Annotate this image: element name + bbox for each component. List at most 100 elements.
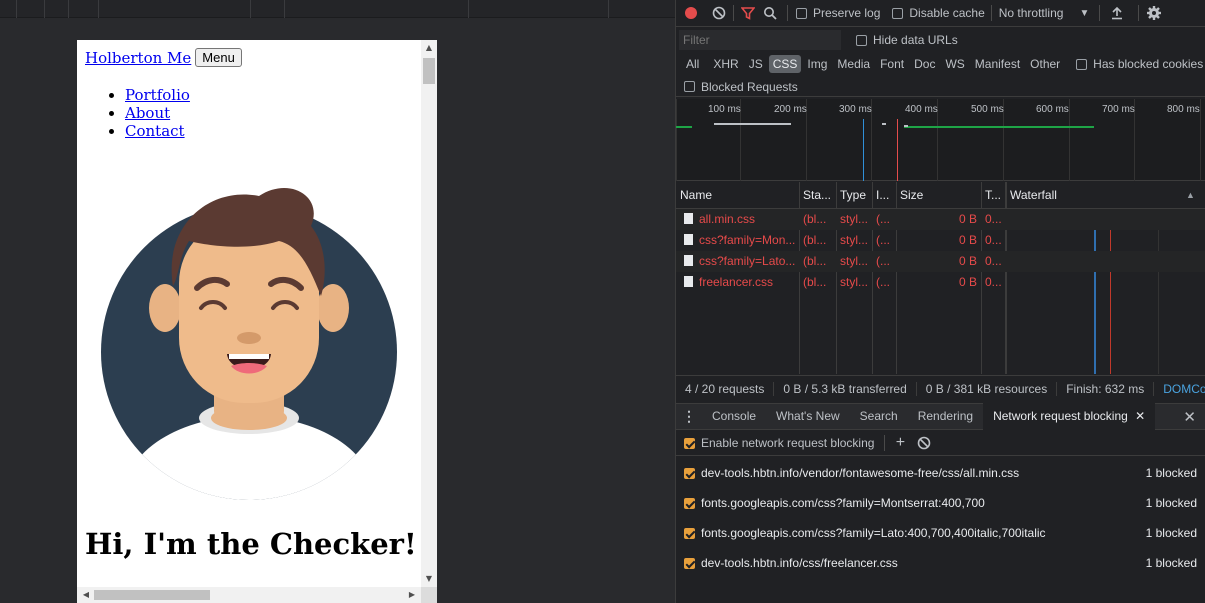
checkbox-box [684, 497, 695, 509]
disable-cache-label: Disable cache [909, 6, 985, 20]
preserve-log-checkbox[interactable]: Preserve log [796, 6, 880, 20]
scroll-left-arrow-icon[interactable]: ◀ [79, 587, 93, 603]
type-filter-css[interactable]: CSS [768, 55, 802, 73]
table-row[interactable]: all.min.css (bl... styl... (... 0 B 0... [676, 209, 1205, 230]
request-name-text: css?family=Lato... [699, 254, 796, 268]
hide-data-urls-label: Hide data URLs [873, 33, 958, 47]
filter-icon[interactable] [737, 2, 759, 24]
sort-ascending-icon[interactable]: ▲ [1186, 182, 1195, 209]
pattern-checkbox[interactable] [684, 527, 701, 539]
column-header-size[interactable]: Size [896, 182, 981, 209]
close-drawer-icon[interactable]: ✕ [1183, 404, 1196, 431]
network-status-bar: 4 / 20 requests 0 B / 5.3 kB transferred… [676, 375, 1205, 402]
request-name-text: all.min.css [699, 212, 756, 226]
blocked-count: 1 blocked [1145, 526, 1197, 540]
request-type: styl... [840, 254, 869, 268]
tab-console[interactable]: Console [702, 403, 766, 430]
blocked-requests-checkbox[interactable]: Blocked Requests [684, 80, 798, 94]
throttling-select[interactable]: No throttling ▼ [999, 6, 1090, 20]
nav-link-about[interactable]: About [125, 104, 170, 122]
overview-tick-label: 800 ms [1167, 104, 1200, 115]
record-icon[interactable] [680, 2, 702, 24]
hide-data-urls-checkbox[interactable]: Hide data URLs [856, 33, 958, 47]
has-blocked-cookies-checkbox[interactable]: Has blocked cookies [1076, 57, 1203, 71]
clear-icon[interactable] [708, 2, 730, 24]
blocked-requests-label: Blocked Requests [701, 79, 798, 94]
column-header-time[interactable]: T... [981, 182, 1005, 209]
type-filter-js[interactable]: JS [745, 55, 767, 73]
scroll-up-arrow-icon[interactable]: ▲ [421, 41, 437, 55]
type-filter-other[interactable]: Other [1026, 55, 1064, 73]
type-filter-manifest[interactable]: Manifest [971, 55, 1024, 73]
checkbox-box [684, 437, 695, 449]
resource-type-filters: All XHR JS CSS Img Media Font Doc WS Man… [676, 52, 1205, 76]
table-row[interactable]: css?family=Mon... (bl... styl... (... 0 … [676, 230, 1205, 251]
vertical-scrollbar[interactable]: ▲ ▼ [421, 40, 437, 587]
type-filter-all[interactable]: All [682, 55, 703, 73]
close-tab-icon[interactable]: ✕ [1135, 409, 1145, 423]
pattern-checkbox[interactable] [684, 497, 701, 509]
throttling-value: No throttling [998, 6, 1064, 20]
request-status: (bl... [803, 212, 827, 226]
remove-all-patterns-icon[interactable] [913, 432, 935, 454]
network-toolbar: Preserve log Disable cache No throttling… [676, 0, 1205, 27]
table-body: all.min.css (bl... styl... (... 0 B 0...… [676, 209, 1205, 293]
type-filter-xhr[interactable]: XHR [709, 55, 742, 73]
table-row[interactable]: css?family=Lato... (bl... styl... (... 0… [676, 251, 1205, 272]
scroll-down-arrow-icon[interactable]: ▼ [421, 572, 437, 586]
request-name: css?family=Mon... [680, 230, 799, 251]
blocked-pattern-row[interactable]: fonts.googleapis.com/css?family=Montserr… [676, 488, 1205, 518]
horizontal-scroll-thumb[interactable] [94, 590, 210, 600]
column-header-name[interactable]: Name [676, 182, 799, 209]
network-overview-timeline[interactable]: 100 ms 200 ms 300 ms 400 ms 500 ms 600 m… [676, 99, 1205, 181]
preserve-log-label: Preserve log [813, 6, 881, 20]
request-blocking-toolbar: Enable network request blocking + [676, 431, 1205, 456]
horizontal-scrollbar[interactable]: ◀ ▶ [77, 587, 421, 603]
type-filter-doc[interactable]: Doc [910, 55, 939, 73]
import-har-icon[interactable] [1106, 2, 1128, 24]
brand-link[interactable]: Holberton Me [85, 49, 191, 67]
overview-request-bar [676, 126, 692, 128]
drawer-tab-bar: ⋮ Console What's New Search Rendering Ne… [676, 403, 1205, 430]
pattern-checkbox[interactable] [684, 557, 701, 569]
overview-request-bar [904, 125, 908, 127]
load-marker [897, 119, 898, 181]
nav-item: Portfolio [125, 86, 190, 104]
pattern-checkbox[interactable] [684, 467, 701, 479]
menu-button[interactable]: Menu [195, 48, 242, 67]
request-name: all.min.css [680, 209, 799, 230]
blocked-pattern-row[interactable]: dev-tools.hbtn.info/css/freelancer.css 1… [676, 548, 1205, 578]
pattern-text: fonts.googleapis.com/css?family=Montserr… [701, 496, 985, 510]
enable-blocking-checkbox[interactable]: Enable network request blocking [684, 436, 874, 450]
request-size: 0 B [958, 212, 977, 226]
tab-search[interactable]: Search [850, 403, 908, 430]
column-header-waterfall[interactable]: Waterfall [1006, 182, 1186, 209]
request-initiator: (... [876, 233, 890, 247]
type-filter-ws[interactable]: WS [941, 55, 968, 73]
tab-whats-new[interactable]: What's New [766, 403, 850, 430]
blocked-pattern-row[interactable]: fonts.googleapis.com/css?family=Lato:400… [676, 518, 1205, 548]
type-filter-img[interactable]: Img [803, 55, 831, 73]
tab-rendering[interactable]: Rendering [908, 403, 983, 430]
type-filter-media[interactable]: Media [833, 55, 874, 73]
scroll-right-arrow-icon[interactable]: ▶ [405, 587, 419, 603]
domcontentloaded-time: DOMCon [1163, 382, 1205, 396]
tab-network-request-blocking[interactable]: Network request blocking ✕ [983, 403, 1156, 430]
search-icon[interactable] [759, 2, 781, 24]
table-row[interactable]: freelancer.css (bl... styl... (... 0 B 0… [676, 272, 1205, 293]
add-pattern-icon[interactable]: + [891, 434, 909, 452]
filter-input[interactable] [679, 30, 841, 50]
gear-icon[interactable] [1143, 2, 1165, 24]
blocked-count: 1 blocked [1145, 466, 1197, 480]
disable-cache-checkbox[interactable]: Disable cache [892, 6, 985, 20]
nav-link-portfolio[interactable]: Portfolio [125, 86, 190, 104]
column-header-initiator[interactable]: I... [872, 182, 896, 209]
blocked-pattern-row[interactable]: dev-tools.hbtn.info/vendor/fontawesome-f… [676, 458, 1205, 488]
type-filter-font[interactable]: Font [876, 55, 908, 73]
column-header-type[interactable]: Type [836, 182, 872, 209]
column-header-status[interactable]: Sta... [799, 182, 836, 209]
nav-link-contact[interactable]: Contact [125, 122, 185, 140]
drawer-menu-icon[interactable]: ⋮ [676, 408, 702, 425]
request-type: styl... [840, 233, 869, 247]
vertical-scroll-thumb[interactable] [423, 58, 435, 84]
